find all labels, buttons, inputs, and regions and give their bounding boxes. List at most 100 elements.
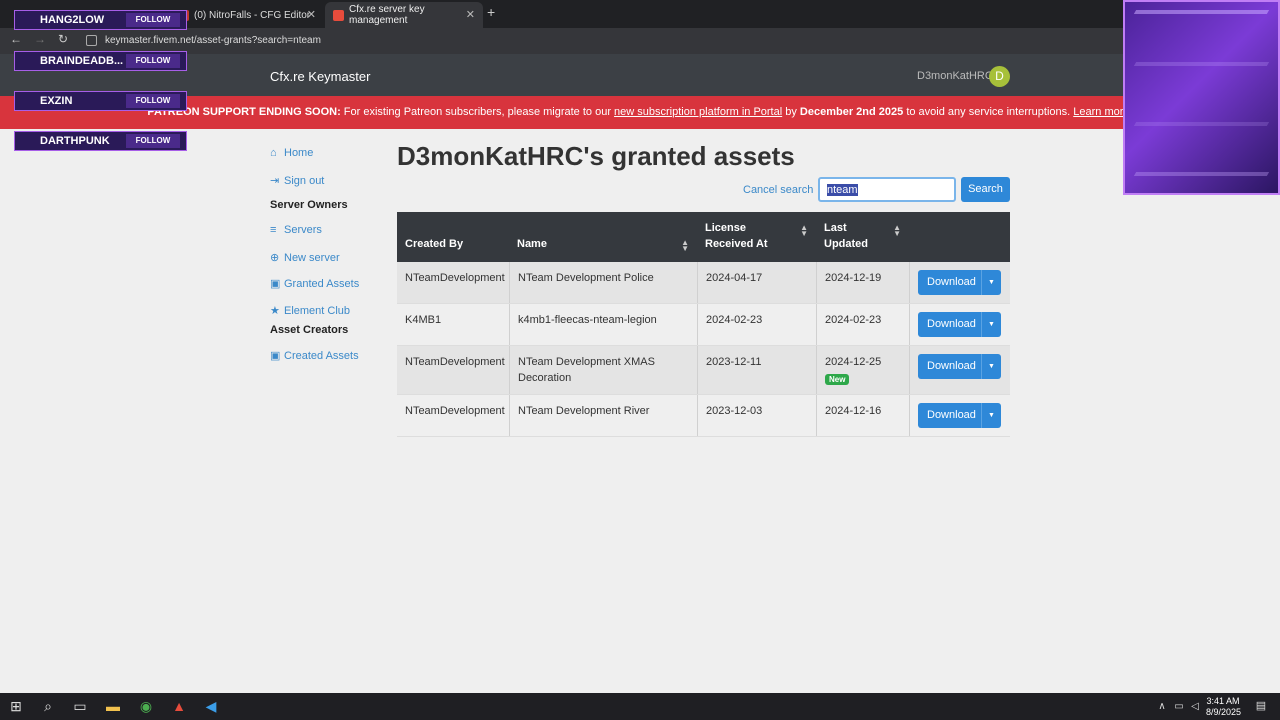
search-input-value: nteam (827, 184, 858, 196)
overlay-follow-label: FOLLOW (126, 13, 180, 27)
column-header-created-by: Created By (397, 212, 509, 262)
search-input[interactable]: nteam (818, 177, 956, 202)
sidebar-heading-asset-creators: Asset Creators (270, 324, 349, 336)
overlay-follow-label: FOLLOW (126, 94, 180, 108)
banner-portal-link[interactable]: new subscription platform in Portal (614, 106, 782, 118)
system-clock[interactable]: 3:41 AM 8/9/2025 (1206, 696, 1241, 718)
back-icon[interactable]: ← (10, 32, 22, 46)
brand-link[interactable]: Cfx.re Keymaster (270, 69, 370, 84)
sidebar-item-sign-out[interactable]: ⇥ Sign out (270, 174, 324, 187)
cell-name: NTeam Development Police (518, 272, 654, 284)
sort-icon[interactable]: ▲ ▼ (893, 224, 901, 238)
windows-start-icon[interactable]: ⊞ (7, 698, 25, 715)
dropdown-caret-icon[interactable]: ▼ (981, 270, 1001, 295)
sidebar-item-label: Home (284, 147, 314, 159)
cell-updated-date: 2024-12-19 (825, 272, 882, 284)
cell-created-by: NTeamDevelopment (405, 356, 505, 368)
column-header-label: License Received At (705, 222, 768, 250)
tab-label: (0) NitroFalls - CFG Editor (194, 9, 311, 21)
banner-text: For existing Patreon subscribers, please… (340, 106, 615, 118)
taskbar: ⊞ ⌕ ▭ ▬ ◉ ▲ ◀ ∧ ▭ ◁ 3:41 AM 8/9/2025 ▤ (0, 693, 1280, 720)
sidebar-heading-server-owners: Server Owners (270, 199, 348, 211)
cell-updated-date: 2024-12-25 (825, 356, 882, 368)
table-row: K4MB1 k4mb1-fleecas-nteam-legion 2024-02… (397, 304, 1010, 346)
sidebar-item-granted-assets[interactable]: ▣ Granted Assets (270, 277, 359, 290)
cell-created-by: NTeamDevelopment (405, 272, 505, 284)
server-icon: ≡ (270, 224, 277, 236)
sort-icon[interactable]: ▲ ▼ (681, 239, 689, 253)
sidebar-item-label: Element Club (284, 305, 351, 317)
new-badge: New (825, 374, 850, 385)
reload-icon[interactable]: ↻ (58, 32, 68, 46)
username[interactable]: D3monKatHRC (917, 70, 993, 82)
assets-table: Created By Name ▲ ▼ License Received At ▲… (397, 212, 1010, 437)
column-header-last-updated[interactable]: Last Updated ▲ ▼ (816, 212, 909, 262)
download-label: Download (927, 276, 976, 288)
bag-icon: ▣ (270, 350, 281, 362)
cell-license-date: 2023-12-11 (706, 356, 762, 368)
notification-icon[interactable]: ▤ (1252, 698, 1270, 715)
sidebar-item-home[interactable]: ⌂ Home (270, 147, 313, 159)
overlay-follower-name: HANG2LOW (40, 14, 105, 26)
close-icon[interactable]: ✕ (466, 8, 475, 21)
cell-name: NTeam Development XMAS Decoration (518, 356, 655, 384)
search-button[interactable]: Search (961, 177, 1010, 202)
announcement-banner: PATREON SUPPORT ENDING SOON: For existin… (0, 96, 1280, 129)
webcam-overlay (1123, 0, 1280, 195)
sidebar-item-element-club[interactable]: ★ Element Club (270, 304, 350, 317)
app-icon[interactable]: ▲ (170, 698, 188, 715)
sidebar-item-label: Servers (284, 224, 322, 236)
sidebar-item-new-server[interactable]: ⊕ New server (270, 251, 340, 264)
banner-text: by (782, 106, 800, 118)
sign-out-icon: ⇥ (270, 175, 280, 187)
avatar[interactable]: D (989, 66, 1010, 87)
download-button[interactable]: Download ▼ (918, 312, 1001, 337)
cell-license-date: 2023-12-03 (706, 405, 763, 417)
sort-icon[interactable]: ▲ ▼ (800, 224, 808, 238)
cancel-search-link[interactable]: Cancel search (743, 184, 813, 196)
column-header-name[interactable]: Name ▲ ▼ (509, 212, 697, 262)
table-row: NTeamDevelopment NTeam Development River… (397, 395, 1010, 437)
table-header: Created By Name ▲ ▼ License Received At ▲… (397, 212, 1010, 262)
download-label: Download (927, 360, 976, 372)
download-label: Download (927, 318, 976, 330)
column-header-license[interactable]: License Received At ▲ ▼ (697, 212, 816, 262)
dropdown-caret-icon[interactable]: ▼ (981, 354, 1001, 379)
cell-name: k4mb1-fleecas-nteam-legion (518, 314, 657, 326)
chrome-icon[interactable]: ◉ (137, 698, 155, 715)
url-field[interactable]: keymaster.fivem.net/asset-grants?search=… (105, 35, 321, 46)
task-view-icon[interactable]: ▭ (71, 698, 89, 715)
sidebar-item-created-assets[interactable]: ▣ Created Assets (270, 349, 359, 362)
cell-name: NTeam Development River (518, 405, 650, 417)
plus-circle-icon: ⊕ (270, 252, 280, 264)
download-button[interactable]: Download ▼ (918, 354, 1001, 379)
download-button[interactable]: Download ▼ (918, 403, 1001, 428)
vscode-icon[interactable]: ◀ (202, 698, 220, 715)
chevron-up-icon[interactable]: ∧ (1153, 698, 1171, 715)
search-icon[interactable]: ⌕ (39, 698, 57, 715)
forward-icon[interactable]: → (34, 32, 46, 46)
overlay-follow-label: FOLLOW (126, 134, 180, 148)
new-tab-button[interactable]: + (487, 4, 495, 20)
tab-keymaster[interactable]: Cfx.re server key management ✕ (325, 2, 483, 28)
address-bar: ← → ↻ keymaster.fivem.net/asset-grants?s… (0, 28, 1280, 54)
column-header-label: Last Updated (824, 222, 868, 250)
download-button[interactable]: Download ▼ (918, 270, 1001, 295)
dropdown-caret-icon[interactable]: ▼ (981, 312, 1001, 337)
sidebar-item-servers[interactable]: ≡ Servers (270, 224, 322, 236)
file-explorer-icon[interactable]: ▬ (104, 698, 122, 715)
cell-updated-date: 2024-12-16 (825, 405, 882, 417)
column-header-label: Name (517, 238, 547, 250)
close-icon[interactable]: ✕ (307, 8, 316, 21)
volume-icon[interactable]: ◁ (1186, 698, 1204, 715)
overlay-follower-name: DARTHPUNK (40, 135, 110, 147)
download-label: Download (927, 409, 976, 421)
overlay-follow-label: FOLLOW (126, 54, 180, 68)
overlay-follow-tag: HANG2LOW FOLLOW (14, 10, 187, 30)
tab-cfg-editor[interactable]: (0) NitroFalls - CFG Editor ✕ (170, 2, 324, 28)
bag-icon: ▣ (270, 278, 281, 290)
cell-created-by: K4MB1 (405, 314, 442, 326)
site-info-icon[interactable] (86, 35, 97, 46)
dropdown-caret-icon[interactable]: ▼ (981, 403, 1001, 428)
cell-created-by: NTeamDevelopment (405, 405, 505, 417)
